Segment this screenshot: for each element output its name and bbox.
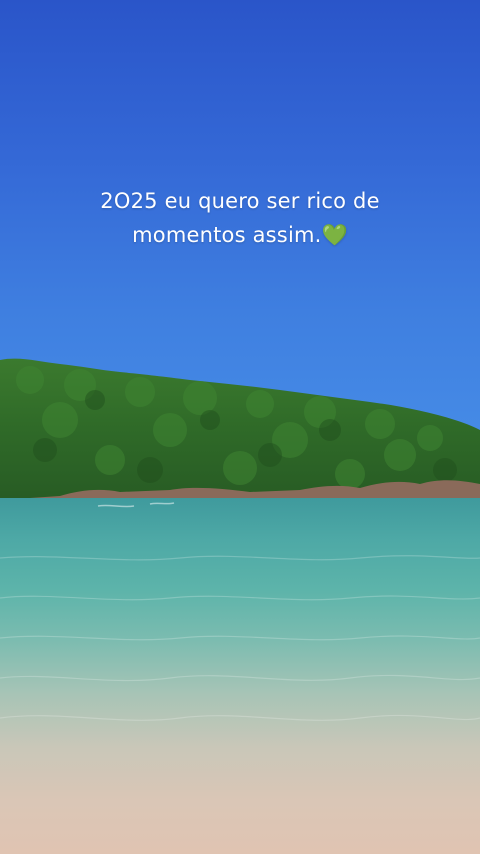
water-ripples (0, 502, 480, 721)
photo-scene: 2O25 eu quero ser rico de momentos assim… (0, 0, 480, 854)
caption-line-2-wrapper: momentos assim.💚 (0, 218, 480, 252)
green-heart-icon: 💚 (321, 223, 348, 247)
caption-line-1: 2O25 eu quero ser rico de (100, 189, 380, 213)
forested-hill (0, 358, 480, 506)
story-caption: 2O25 eu quero ser rico de momentos assim… (0, 184, 480, 252)
caption-line-2: momentos assim. (132, 223, 322, 247)
